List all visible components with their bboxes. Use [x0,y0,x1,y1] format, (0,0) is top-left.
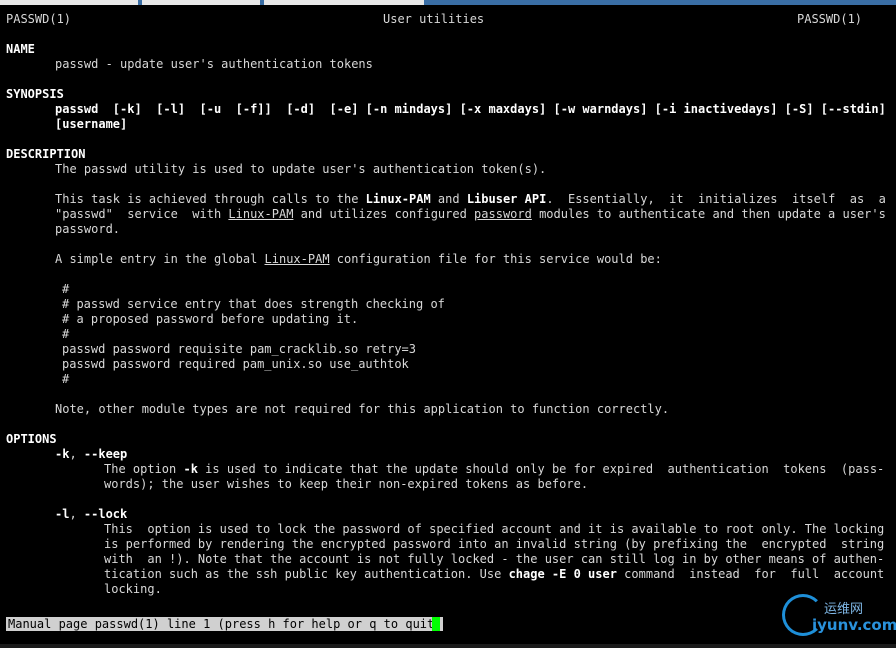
option-description-line: words); the user wishes to keep their no… [104,477,589,491]
description-line: "passwd" service with Linux-PAM and util… [55,207,886,221]
section-heading-synopsis: SYNOPSIS [6,87,64,101]
code-line: passwd password requisite pam_cracklib.s… [62,342,417,356]
code-line: # passwd service entry that does strengt… [62,297,445,311]
terminal-window[interactable]: PASSWD(1) User utilities PASSWD(1) NAME … [0,5,896,645]
description-line: password. [55,222,121,236]
option-flag-lock: -l, --lock [55,507,128,521]
name-text: passwd - update user's authentication to… [55,57,373,71]
option-description-line: with an !). Note that the account is not… [104,552,885,566]
code-line: # [62,372,70,386]
section-heading-name: NAME [6,42,35,56]
man-header-left: PASSWD(1) [6,12,72,26]
option-description-line: The option -k is used to indicate that t… [104,462,885,476]
description-paragraph: The passwd utility is used to update use… [55,162,547,176]
watermark-logo: 运维网 iyunv.com [782,594,896,640]
description-note: Note, other module types are not require… [55,402,670,416]
section-heading-options: OPTIONS [6,432,57,446]
option-description-line: is performed by rendering the encrypted … [104,537,885,551]
description-line: A simple entry in the global Linux-PAM c… [55,252,662,266]
section-heading-description: DESCRIPTION [6,147,86,161]
option-flag-keep: -k, --keep [55,447,128,461]
synopsis-line: [username] [55,117,128,131]
option-description-line: This option is used to lock the password… [104,522,885,536]
synopsis-line: passwd [-k] [-l] [-u [-f]] [-d] [-e] [-n… [55,102,886,116]
watermark-text-cn: 运维网 [824,602,864,617]
description-line: This task is achieved through calls to t… [55,192,886,206]
option-description-line: tication such as the ssh public key auth… [104,567,885,581]
code-line: # a proposed password before updating it… [62,312,359,326]
man-header-right: PASSWD(1) [797,12,863,26]
code-line: # [62,282,70,296]
option-description-line: locking. [104,582,162,596]
code-line: passwd password required pam_unix.so use… [62,357,409,371]
code-line: # [62,327,70,341]
bottom-border [0,644,896,648]
man-header-center: User utilities [383,12,485,26]
watermark-text-en: iyunv.com [812,616,896,634]
pager-status-line: Manual page passwd(1) line 1 (press h fo… [6,617,444,631]
terminal-cursor[interactable] [432,617,440,631]
